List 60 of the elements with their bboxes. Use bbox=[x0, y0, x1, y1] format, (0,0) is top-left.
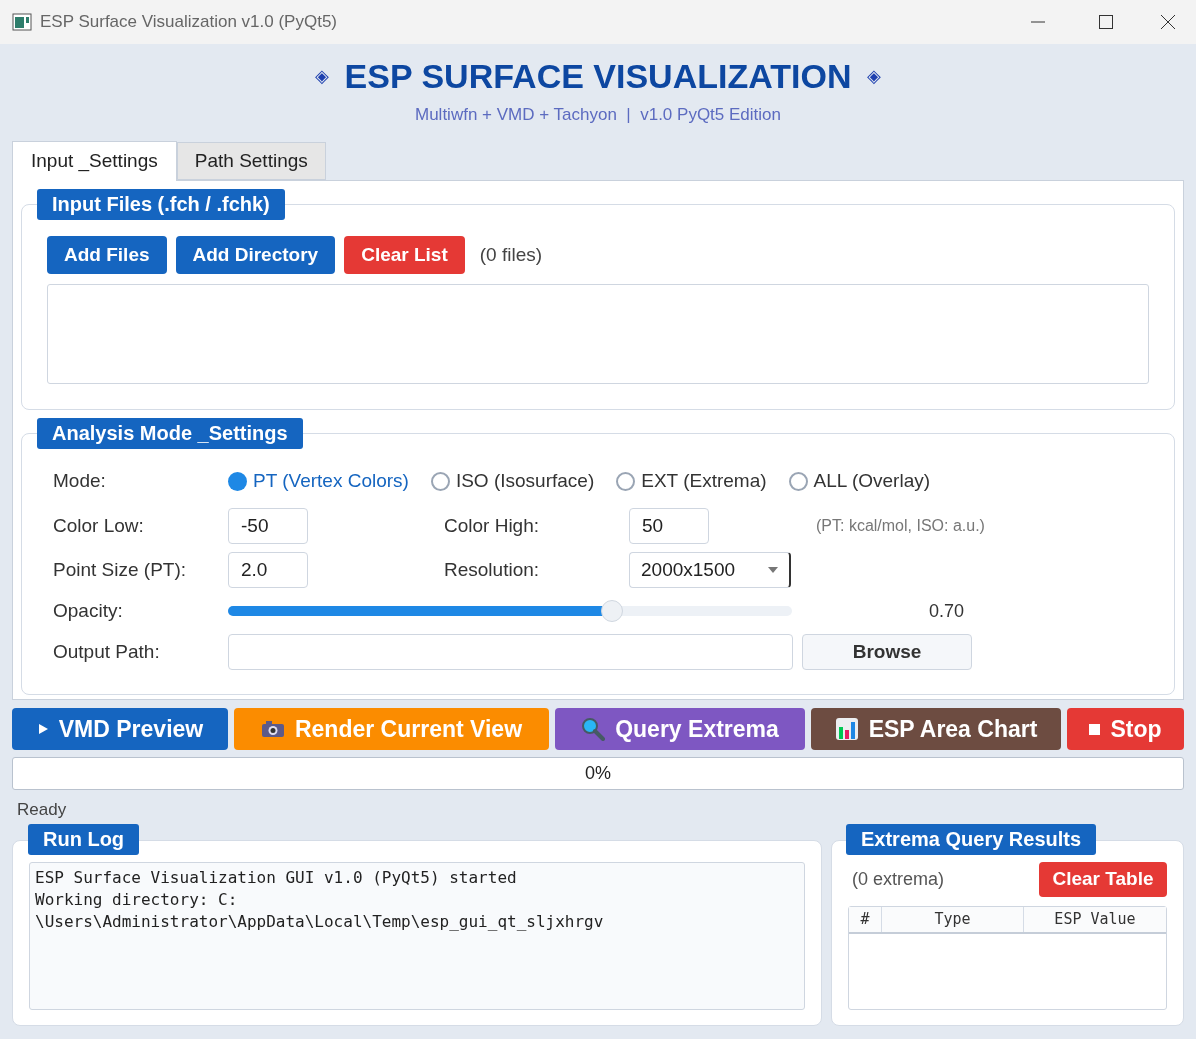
action-button[interactable]: VMD Preview bbox=[12, 708, 228, 750]
field-label: Point Size (PT): bbox=[53, 557, 188, 582]
group-title: Run Log bbox=[28, 824, 140, 855]
tab[interactable]: Path Settings bbox=[176, 142, 326, 180]
diamond-icon: ◈ bbox=[314, 62, 329, 90]
app-title: ESP SURFACE VISUALIZATION bbox=[344, 56, 852, 96]
log-line: ESP Surface Visualization GUI v1.0 (PyQt5) started bbox=[35, 867, 518, 889]
field-label: Resolution: bbox=[444, 557, 541, 582]
field-label: Color Low: bbox=[53, 513, 145, 538]
group-title: Extrema Query Results bbox=[846, 824, 1097, 855]
bar-chart-icon bbox=[834, 717, 859, 741]
maximize-icon[interactable] bbox=[1098, 14, 1114, 30]
camera-icon bbox=[260, 720, 285, 738]
close-icon[interactable] bbox=[1160, 14, 1176, 30]
field-label: Color High: bbox=[444, 513, 541, 538]
group-title: Analysis Mode _Settings bbox=[37, 418, 303, 449]
radio-button[interactable]: ISO (Isosurface) bbox=[430, 466, 595, 496]
group-title: Input Files (.fch / .fchk) bbox=[37, 189, 285, 220]
progress-text: 0% bbox=[585, 762, 611, 785]
input-field[interactable]: 2.0 bbox=[228, 552, 308, 588]
input-field[interactable]: -50 bbox=[228, 508, 308, 544]
file-count: (0 files) bbox=[479, 242, 543, 267]
status-text: Ready bbox=[17, 799, 68, 819]
app-icon bbox=[12, 13, 32, 31]
log-area[interactable]: ESP Surface Visualization GUI v1.0 (PyQt5) started Working directory: C: \Users\Administrator\AppData\Local\Temp\esp_gui_qt_sljxhrgv bbox=[29, 862, 805, 1010]
input-field[interactable]: 50 bbox=[629, 508, 709, 544]
field-label: Opacity: bbox=[53, 598, 124, 623]
stop-icon bbox=[1089, 723, 1101, 735]
slider-thumb[interactable] bbox=[600, 600, 623, 622]
button[interactable]: Add Files bbox=[47, 236, 167, 274]
log-line: Working directory: C: bbox=[35, 889, 239, 911]
diamond-icon: ◈ bbox=[867, 62, 882, 90]
search-icon bbox=[581, 717, 606, 741]
resolution-dropdown[interactable]: 2000x1500 bbox=[629, 552, 791, 588]
field-label: Output Path: bbox=[53, 639, 161, 664]
opacity-value: 0.70 bbox=[929, 599, 965, 623]
radio-button[interactable]: EXT (Extrema) bbox=[616, 466, 767, 496]
extrema-count: (0 extrema) bbox=[852, 868, 945, 891]
column-header[interactable]: Type bbox=[882, 907, 1024, 932]
column-header[interactable]: ESP Value bbox=[1024, 907, 1166, 932]
button[interactable]: Clear List bbox=[344, 236, 465, 274]
action-button[interactable]: Stop bbox=[1067, 708, 1184, 750]
input-field[interactable] bbox=[228, 634, 793, 670]
radio-button[interactable]: ALL (Overlay) bbox=[788, 466, 931, 496]
field-label: Mode: bbox=[53, 468, 107, 493]
action-button[interactable]: Query Extrema bbox=[555, 708, 805, 750]
action-button[interactable]: ESP Area Chart bbox=[811, 708, 1061, 750]
opacity-slider[interactable] bbox=[228, 600, 792, 622]
window-title: ESP Surface Visualization v1.0 (PyQt5) bbox=[40, 11, 339, 34]
log-line: \Users\Administrator\AppData\Local\Temp\esp_gui_qt_sljxhrgv bbox=[35, 911, 605, 933]
column-header[interactable]: # bbox=[849, 907, 882, 932]
browse-button[interactable]: Browse bbox=[802, 634, 972, 670]
play-icon bbox=[36, 723, 49, 735]
tab[interactable]: Input _Settings bbox=[12, 141, 177, 181]
clear-table-button[interactable]: Clear Table bbox=[1039, 862, 1167, 897]
subtitle: Multiwfn + VMD + Tachyon | v1.0 PyQt5 Edition bbox=[415, 104, 781, 126]
radio-button[interactable]: PT (Vertex Colors) bbox=[228, 466, 409, 496]
button[interactable]: Add Directory bbox=[175, 236, 336, 274]
caret-icon bbox=[768, 567, 778, 573]
units-note: (PT: kcal/mol, ISO: a.u.) bbox=[816, 516, 985, 536]
